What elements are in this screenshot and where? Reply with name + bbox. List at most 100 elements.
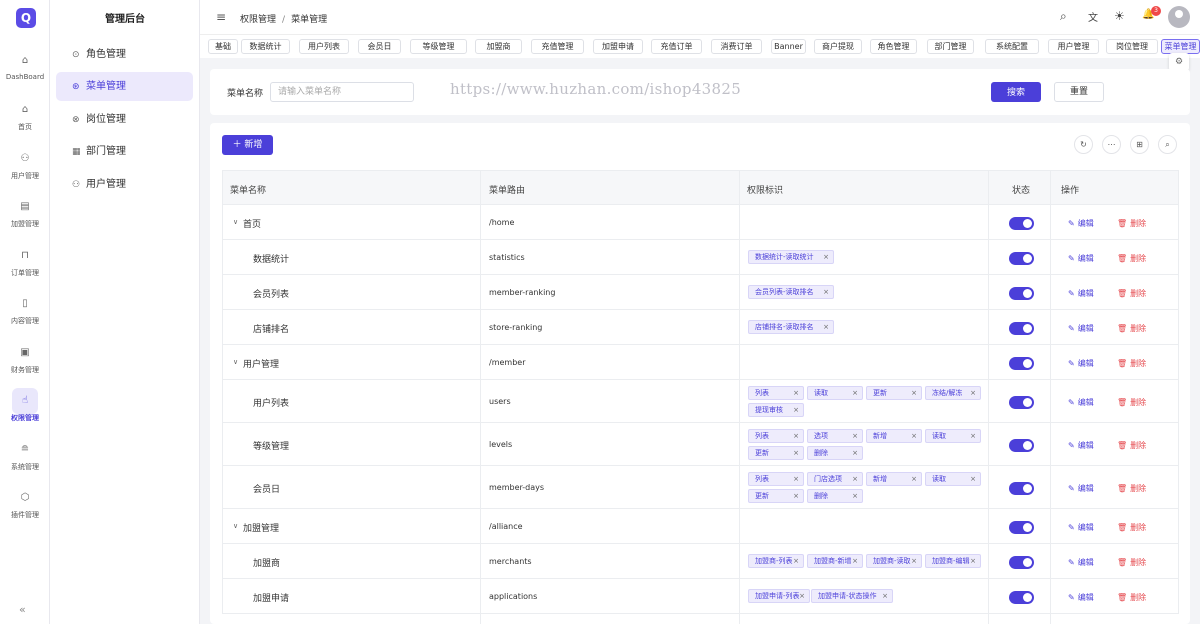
close-icon[interactable]: × bbox=[911, 555, 917, 567]
delete-button[interactable]: 🗑 删除 bbox=[1117, 397, 1146, 408]
chevron-down-icon[interactable]: ∨ bbox=[233, 218, 238, 226]
edit-button[interactable]: ✎ 编辑 bbox=[1068, 323, 1094, 334]
status-toggle[interactable] bbox=[1009, 217, 1034, 230]
rail-item-7[interactable]: ☝ 权限管理 bbox=[0, 388, 50, 423]
close-icon[interactable]: × bbox=[970, 555, 976, 567]
close-icon[interactable]: × bbox=[823, 251, 829, 263]
tab-7[interactable]: 加盟申请 bbox=[593, 39, 643, 54]
delete-button[interactable]: 🗑 删除 bbox=[1117, 288, 1146, 299]
tab-1[interactable]: 数据统计 bbox=[241, 39, 290, 54]
delete-button[interactable]: 🗑 删除 bbox=[1117, 358, 1146, 369]
tab-3[interactable]: 会员日 bbox=[358, 39, 401, 54]
delete-button[interactable]: 🗑 删除 bbox=[1117, 323, 1146, 334]
tab-5[interactable]: 加盟商 bbox=[475, 39, 522, 54]
close-icon[interactable]: × bbox=[882, 590, 888, 602]
status-toggle[interactable] bbox=[1009, 521, 1034, 534]
edit-button[interactable]: ✎ 编辑 bbox=[1068, 253, 1094, 264]
refresh-icon[interactable]: ↻ bbox=[1074, 135, 1093, 154]
tab-14[interactable]: 系统配置 bbox=[985, 39, 1039, 54]
edit-button[interactable]: ✎ 编辑 bbox=[1068, 557, 1094, 568]
tab-11[interactable]: 商户提现 bbox=[814, 39, 862, 54]
status-toggle[interactable] bbox=[1009, 357, 1034, 370]
tab-8[interactable]: 充值订单 bbox=[651, 39, 702, 54]
status-toggle[interactable] bbox=[1009, 252, 1034, 265]
tab-6[interactable]: 充值管理 bbox=[531, 39, 584, 54]
menu-name-input[interactable] bbox=[270, 82, 414, 102]
edit-button[interactable]: ✎ 编辑 bbox=[1068, 358, 1094, 369]
rail-item-8[interactable]: ≘ 系统管理 bbox=[0, 443, 50, 472]
rail-item-9[interactable]: ⬡ 插件管理 bbox=[0, 491, 50, 520]
tab-17[interactable]: 菜单管理 bbox=[1161, 39, 1200, 54]
rail-item-3[interactable]: ▤ 加盟管理 bbox=[0, 200, 50, 229]
close-icon[interactable]: × bbox=[852, 430, 858, 442]
status-toggle[interactable] bbox=[1009, 482, 1034, 495]
close-icon[interactable]: × bbox=[970, 473, 976, 485]
menu-toggle-icon[interactable]: ≡ bbox=[216, 10, 226, 24]
close-icon[interactable]: × bbox=[793, 387, 799, 399]
close-icon[interactable]: × bbox=[852, 447, 858, 459]
search-icon[interactable]: ⌕ bbox=[1060, 9, 1067, 24]
tab-15[interactable]: 用户管理 bbox=[1048, 39, 1099, 54]
tab-2[interactable]: 用户列表 bbox=[299, 39, 349, 54]
sidebar-item-3[interactable]: ▦ 部门管理 bbox=[56, 137, 193, 166]
sidebar-item-2[interactable]: ⊗ 岗位管理 bbox=[56, 105, 193, 134]
close-icon[interactable]: × bbox=[852, 555, 858, 567]
delete-button[interactable]: 🗑 删除 bbox=[1117, 483, 1146, 494]
close-icon[interactable]: × bbox=[793, 447, 799, 459]
delete-button[interactable]: 🗑 删除 bbox=[1117, 218, 1146, 229]
add-button[interactable]: ＋ 新增 bbox=[222, 135, 273, 155]
close-icon[interactable]: × bbox=[793, 404, 799, 416]
close-icon[interactable]: × bbox=[852, 473, 858, 485]
tab-0[interactable]: 基础 bbox=[208, 39, 238, 54]
status-toggle[interactable] bbox=[1009, 556, 1034, 569]
edit-button[interactable]: ✎ 编辑 bbox=[1068, 483, 1094, 494]
rail-item-1[interactable]: ⌂ 首页 bbox=[0, 103, 50, 132]
tab-16[interactable]: 岗位管理 bbox=[1106, 39, 1158, 54]
status-toggle[interactable] bbox=[1009, 322, 1034, 335]
theme-sun-icon[interactable]: ☀ bbox=[1114, 9, 1125, 23]
close-icon[interactable]: × bbox=[823, 286, 829, 298]
rail-item-0[interactable]: ⌂ DashBoard bbox=[0, 54, 50, 81]
rail-item-2[interactable]: ⚇ 用户管理 bbox=[0, 152, 50, 181]
search-button[interactable]: 搜索 bbox=[991, 82, 1041, 102]
close-icon[interactable]: × bbox=[793, 555, 799, 567]
edit-button[interactable]: ✎ 编辑 bbox=[1068, 288, 1094, 299]
close-icon[interactable]: × bbox=[911, 387, 917, 399]
chevron-down-icon[interactable]: ∨ bbox=[233, 358, 238, 366]
close-icon[interactable]: × bbox=[799, 590, 805, 602]
sidebar-item-1[interactable]: ⊛ 菜单管理 bbox=[56, 72, 193, 101]
edit-button[interactable]: ✎ 编辑 bbox=[1068, 592, 1094, 603]
close-icon[interactable]: × bbox=[911, 473, 917, 485]
tab-12[interactable]: 角色管理 bbox=[870, 39, 917, 54]
close-icon[interactable]: × bbox=[852, 490, 858, 502]
close-icon[interactable]: × bbox=[793, 430, 799, 442]
rail-item-6[interactable]: ▣ 财务管理 bbox=[0, 346, 50, 375]
tab-13[interactable]: 部门管理 bbox=[927, 39, 974, 54]
delete-button[interactable]: 🗑 删除 bbox=[1117, 253, 1146, 264]
sidebar-item-0[interactable]: ⊙ 角色管理 bbox=[56, 40, 193, 69]
delete-button[interactable]: 🗑 删除 bbox=[1117, 522, 1146, 533]
edit-button[interactable]: ✎ 编辑 bbox=[1068, 397, 1094, 408]
status-toggle[interactable] bbox=[1009, 396, 1034, 409]
rail-item-5[interactable]: ▯ 内容管理 bbox=[0, 297, 50, 326]
status-toggle[interactable] bbox=[1009, 439, 1034, 452]
rail-item-4[interactable]: ⊓ 订单管理 bbox=[0, 249, 50, 278]
tab-9[interactable]: 消费订单 bbox=[711, 39, 762, 54]
delete-button[interactable]: 🗑 删除 bbox=[1117, 557, 1146, 568]
close-icon[interactable]: × bbox=[970, 430, 976, 442]
edit-button[interactable]: ✎ 编辑 bbox=[1068, 218, 1094, 229]
avatar[interactable] bbox=[1168, 6, 1190, 28]
sidebar-item-4[interactable]: ⚇ 用户管理 bbox=[56, 170, 193, 199]
status-toggle[interactable] bbox=[1009, 287, 1034, 300]
close-icon[interactable]: × bbox=[911, 430, 917, 442]
delete-button[interactable]: 🗑 删除 bbox=[1117, 592, 1146, 603]
translate-icon[interactable]: 文 bbox=[1088, 9, 1098, 24]
close-icon[interactable]: × bbox=[970, 387, 976, 399]
close-icon[interactable]: × bbox=[823, 321, 829, 333]
more-icon[interactable]: ⋯ bbox=[1102, 135, 1121, 154]
tab-10[interactable]: Banner bbox=[771, 39, 806, 54]
close-icon[interactable]: × bbox=[793, 473, 799, 485]
status-toggle[interactable] bbox=[1009, 591, 1034, 604]
chevron-down-icon[interactable]: ∨ bbox=[233, 522, 238, 530]
tab-4[interactable]: 等级管理 bbox=[410, 39, 467, 54]
